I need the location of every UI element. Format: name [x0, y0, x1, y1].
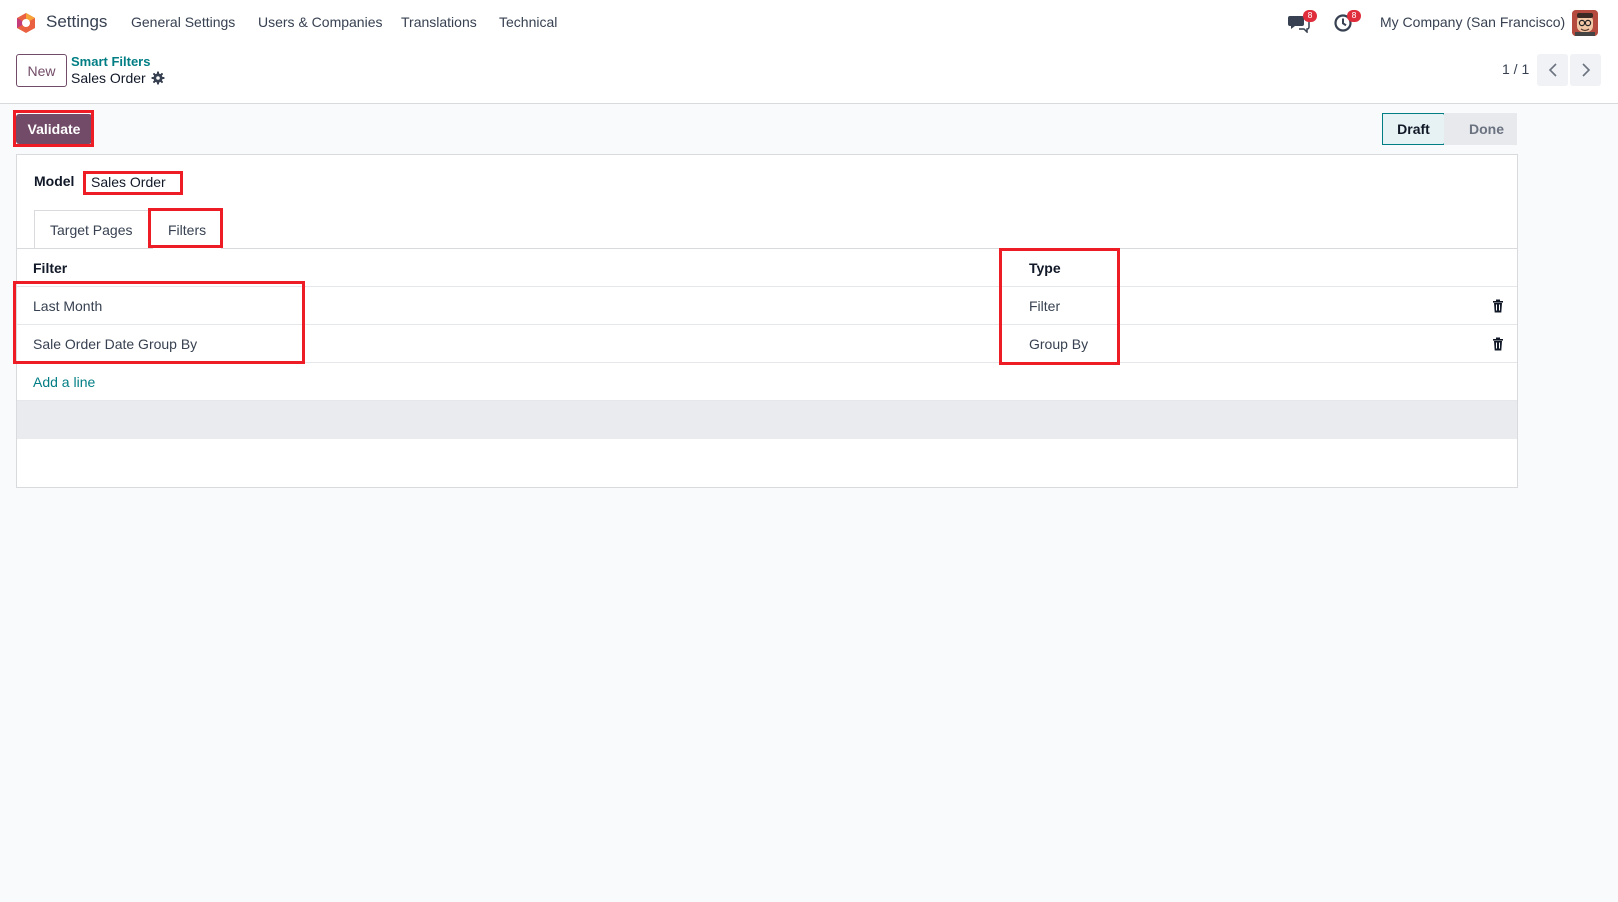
type-cell[interactable]: Filter [1029, 298, 1060, 314]
menu-technical[interactable]: Technical [499, 14, 557, 30]
filter-cell[interactable]: Last Month [33, 298, 102, 314]
form-sheet: Model Sales Order Target Pages Filters F… [16, 154, 1518, 488]
stage-done[interactable]: Done [1444, 113, 1517, 145]
menu-users-companies[interactable]: Users & Companies [258, 14, 383, 30]
pager-value[interactable]: 1 / 1 [1502, 61, 1529, 77]
new-button[interactable]: New [16, 54, 67, 87]
filter-cell[interactable]: Sale Order Date Group By [33, 336, 197, 352]
add-a-line-link[interactable]: Add a line [33, 374, 95, 390]
table-row[interactable]: Last Month Filter [17, 287, 1517, 325]
tab-filters-label: Filters [168, 221, 207, 238]
chevron-right-icon [1581, 63, 1590, 77]
column-header-type[interactable]: Type [1029, 260, 1061, 276]
pager-previous-button[interactable] [1537, 54, 1568, 86]
user-avatar[interactable] [1572, 10, 1598, 36]
trash-icon[interactable] [1491, 299, 1505, 313]
model-field[interactable]: Sales Order [91, 174, 166, 190]
trash-icon[interactable] [1491, 337, 1505, 351]
breadcrumb-smart-filters[interactable]: Smart Filters [71, 54, 150, 69]
menu-translations[interactable]: Translations [401, 14, 477, 30]
tab-target-pages-label: Target Pages [50, 222, 133, 238]
stage-done-label: Done [1469, 121, 1504, 137]
stage-draft[interactable]: Draft [1382, 113, 1444, 145]
table-row[interactable]: Sale Order Date Group By Group By [17, 325, 1517, 363]
avatar-face-icon [1572, 10, 1598, 36]
stage-draft-label: Draft [1397, 121, 1430, 137]
menu-general-settings[interactable]: General Settings [131, 14, 235, 30]
type-cell[interactable]: Group By [1029, 336, 1088, 352]
app-name[interactable]: Settings [46, 12, 107, 32]
tab-filters[interactable]: Filters [153, 210, 222, 249]
app-logo-icon[interactable] [16, 12, 36, 34]
validate-button[interactable]: Validate [16, 114, 92, 144]
activities-badge: 8 [1347, 10, 1361, 22]
breadcrumb-current: Sales Order [71, 70, 146, 86]
pager-next-button[interactable] [1570, 54, 1601, 86]
table-header: Filter Type [17, 249, 1517, 287]
company-switcher[interactable]: My Company (San Francisco) [1380, 14, 1565, 30]
top-navbar: Settings General Settings Users & Compan… [0, 0, 1618, 46]
column-header-filter[interactable]: Filter [33, 260, 67, 276]
notebook-tabs: Target Pages Filters [17, 210, 1517, 249]
gear-icon[interactable] [151, 71, 165, 85]
tab-target-pages[interactable]: Target Pages [34, 210, 149, 249]
control-panel: New Smart Filters Sales Order 1 / 1 [0, 46, 1618, 104]
model-label: Model [34, 173, 75, 189]
table-footer-band [17, 401, 1517, 439]
chevron-left-icon [1548, 63, 1557, 77]
filters-table: Filter Type Last Month Filter Sale Order… [17, 249, 1517, 401]
add-line-row: Add a line [17, 363, 1517, 401]
messages-badge: 8 [1303, 10, 1317, 22]
